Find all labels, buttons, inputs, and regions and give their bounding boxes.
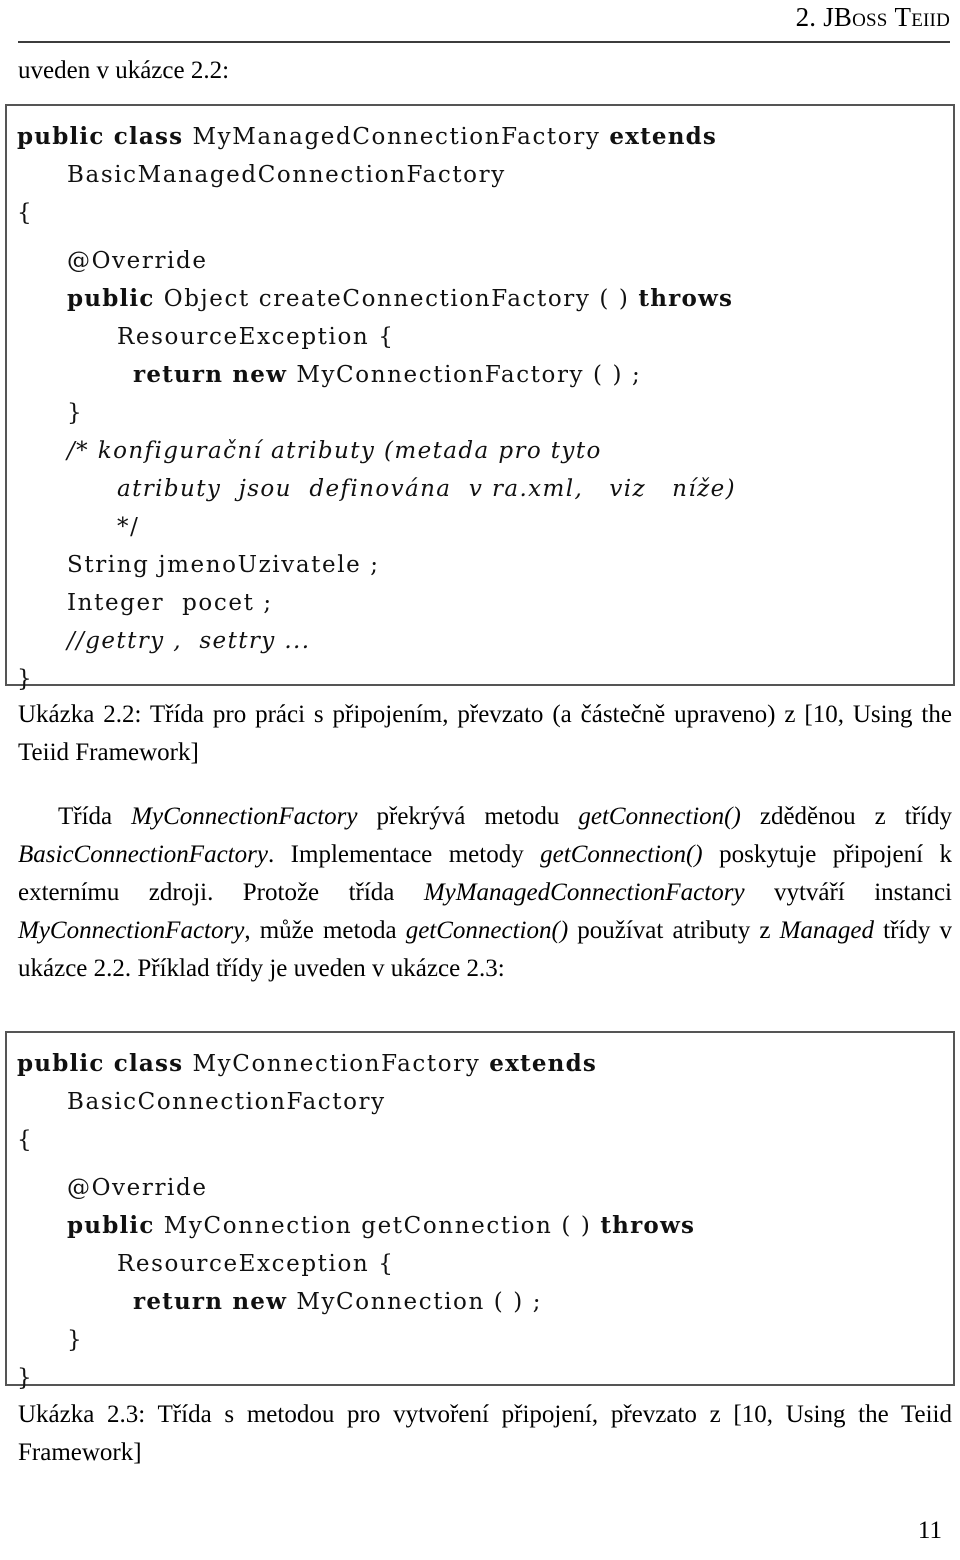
paragraph-text: Třída	[58, 803, 132, 830]
code-comment: atributy jsou definována v ra.xml, viz n…	[117, 476, 737, 502]
caption-text: Třída pro práci s připojením, převzato (…	[18, 701, 952, 766]
listing-caption-2-3: Ukázka 2.3: Třída s metodou pro vytvořen…	[18, 1396, 952, 1472]
code-identifier: MyConnection ( ) ;	[296, 1289, 543, 1315]
paragraph-text: zděděnou z třídy	[740, 803, 952, 830]
code-line: @Override	[17, 1169, 943, 1207]
code-term-italic: MyManagedConnectionFactory	[423, 879, 745, 906]
code-keyword: return new	[133, 1288, 297, 1315]
paragraph-text: . Implementace metody	[267, 841, 541, 868]
code-listing-box-2: public class MyConnectionFactory extends…	[5, 1031, 955, 1391]
code-keyword: throws	[600, 1212, 696, 1239]
lead-paragraph-line: uveden v ukázce 2.2:	[18, 57, 230, 84]
code-keyword: extends	[489, 1050, 598, 1077]
code-line: }	[17, 1321, 943, 1359]
code-line: }	[17, 660, 943, 698]
code-identifier: {	[17, 1127, 34, 1153]
chapter-title-teiid: Teiid	[894, 2, 950, 32]
code-identifier: MyManagedConnectionFactory	[192, 124, 610, 150]
code-line: @Override	[17, 242, 943, 280]
code-identifier: BasicManagedConnectionFactory	[67, 162, 506, 188]
code-identifier: Integer pocet ;	[67, 590, 273, 616]
caption-label: Ukázka 2.2:	[18, 701, 142, 728]
code-line: //gettry , settry ...	[17, 622, 943, 660]
code-line: public class MyConnectionFactory extends	[17, 1045, 943, 1083]
listing-caption-2-2: Ukázka 2.2: Třída pro práci s připojením…	[18, 696, 952, 772]
code-line: String jmenoUzivatele ;	[17, 546, 943, 584]
chapter-header-title: 2. JBoss Teiid	[796, 0, 950, 34]
code-line: return new MyConnectionFactory ( ) ;	[17, 356, 943, 394]
code-identifier: */	[117, 514, 140, 540]
code-term-italic: getConnection()	[578, 803, 741, 830]
code-line: return new MyConnection ( ) ;	[17, 1283, 943, 1321]
code-line: BasicConnectionFactory	[17, 1083, 943, 1121]
code-identifier: Object createConnectionFactory ( )	[163, 286, 639, 312]
paragraph-text: používat atributy z	[568, 917, 780, 944]
code-identifier: BasicConnectionFactory	[67, 1089, 386, 1115]
code-identifier: }	[17, 1365, 34, 1391]
header-rule	[18, 41, 950, 43]
code-identifier: @Override	[67, 248, 208, 274]
code-identifier: }	[17, 666, 34, 692]
code-identifier: ResourceException {	[117, 324, 395, 350]
code-line: */	[17, 508, 943, 546]
code-identifier: }	[67, 400, 84, 426]
code-line: ResourceException {	[17, 1245, 943, 1283]
code-listing-box-1: public class MyManagedConnectionFactory …	[5, 104, 955, 692]
code-identifier: MyConnection getConnection ( )	[163, 1213, 601, 1239]
code-term-italic: MyConnectionFactory	[18, 917, 245, 944]
page-number: 11	[917, 1517, 942, 1544]
code-comment: //gettry , settry ...	[67, 628, 311, 654]
code-line: public Object createConnectionFactory ( …	[17, 280, 943, 318]
code-identifier: @Override	[67, 1175, 208, 1201]
code-term-italic: getConnection()	[405, 917, 569, 944]
code-keyword: extends	[609, 123, 718, 150]
code-line: }	[17, 1359, 943, 1397]
code-line: {	[17, 194, 943, 232]
page-header: 2. JBoss Teiid	[18, 0, 950, 46]
code-identifier: ResourceException {	[117, 1251, 395, 1277]
code-identifier: MyConnectionFactory	[192, 1051, 490, 1077]
caption-text: Třída s metodou pro vytvoření připojení,…	[18, 1401, 952, 1466]
code-keyword: throws	[638, 285, 734, 312]
code-identifier: }	[67, 1327, 84, 1353]
code-term-italic: getConnection()	[540, 841, 703, 868]
code-keyword: public class	[17, 1050, 193, 1077]
chapter-number: 2.	[795, 2, 817, 32]
code-keyword: return new	[133, 361, 297, 388]
document-page: 2. JBoss Teiid uveden v ukázce 2.2: publ…	[0, 0, 960, 1560]
paragraph-text: překrývá metodu	[357, 803, 579, 830]
code-keyword: public	[67, 1212, 164, 1239]
code-line: Integer pocet ;	[17, 584, 943, 622]
chapter-title-jboss: JBoss	[823, 2, 888, 32]
caption-label: Ukázka 2.3:	[18, 1401, 146, 1428]
code-term-italic: BasicConnectionFactory	[18, 841, 268, 868]
code-line: atributy jsou definována v ra.xml, viz n…	[17, 470, 943, 508]
code-keyword: public	[67, 285, 164, 312]
code-term-italic: Managed	[779, 917, 875, 944]
code-line: public MyConnection getConnection ( ) th…	[17, 1207, 943, 1245]
code-line: /* konfigurační atributy (metada pro tyt…	[17, 432, 943, 470]
code-identifier: String jmenoUzivatele ;	[67, 552, 380, 578]
code-line: {	[17, 1121, 943, 1159]
code-line: ResourceException {	[17, 318, 943, 356]
paragraph-text: , může metoda	[244, 917, 406, 944]
code-term-italic: MyConnectionFactory	[131, 803, 358, 830]
body-paragraph: Třída MyConnectionFactory překrývá metod…	[18, 798, 952, 988]
code-line: }	[17, 394, 943, 432]
code-line: public class MyManagedConnectionFactory …	[17, 118, 943, 156]
code-comment: /* konfigurační atributy (metada pro tyt…	[67, 438, 602, 464]
code-keyword: public class	[17, 123, 193, 150]
code-identifier: MyConnectionFactory ( ) ;	[296, 362, 642, 388]
paragraph-text: vytváří instanci	[744, 879, 952, 906]
code-line: BasicManagedConnectionFactory	[17, 156, 943, 194]
code-identifier: {	[17, 200, 34, 226]
